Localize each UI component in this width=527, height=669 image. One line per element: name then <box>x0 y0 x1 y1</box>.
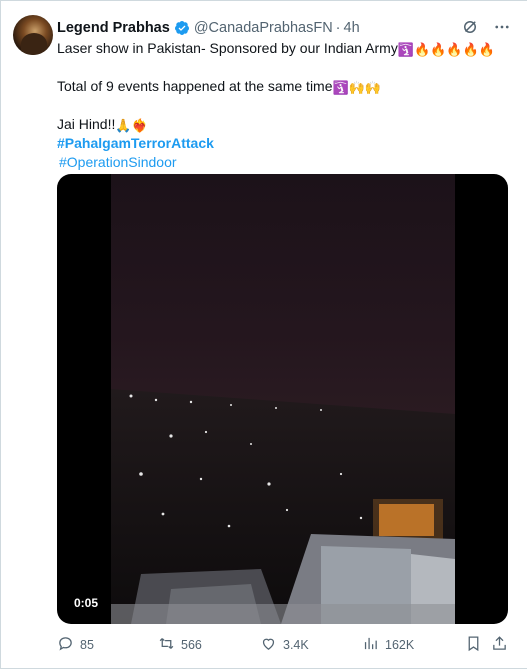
like-icon <box>260 635 277 655</box>
hashtag-link[interactable]: #OperationSindoor <box>59 153 515 172</box>
like-button[interactable]: 3.4K <box>260 635 309 655</box>
author-name[interactable]: Legend Prabhas <box>57 20 170 36</box>
tweet-line: Total of 9 events happened at the same t… <box>57 77 515 96</box>
emoji-group: 🛐🔥🔥🔥🔥🔥 <box>397 42 495 57</box>
grok-icon[interactable] <box>461 18 479 40</box>
tweet-header: Legend Prabhas @CanadaPrabhasFN · 4h <box>57 18 517 38</box>
share-button[interactable] <box>491 635 508 655</box>
action-bar: 85 566 3.4K 162K <box>57 634 508 656</box>
more-icon[interactable] <box>493 18 511 40</box>
verified-badge-icon <box>174 20 190 36</box>
tweet-line: Laser show in Pakistan- Sponsored by our… <box>57 39 515 58</box>
repost-icon <box>158 635 175 655</box>
emoji-group: 🙏❤️‍🔥 <box>115 118 148 133</box>
header-icons <box>461 18 511 40</box>
reply-icon <box>57 635 74 655</box>
views-icon <box>362 635 379 655</box>
tweet-card[interactable]: Legend Prabhas @CanadaPrabhasFN · 4h Las… <box>0 0 527 669</box>
tweet-text: Laser show in Pakistan- Sponsored by our… <box>57 39 515 172</box>
tweet-line-text: Laser show in Pakistan- Sponsored by our… <box>57 40 398 56</box>
video-frame <box>111 174 455 624</box>
repost-count: 566 <box>181 638 202 652</box>
tweet-line-text: Jai Hind!! <box>57 116 116 132</box>
video-player[interactable]: 0:05 <box>57 174 508 624</box>
avatar[interactable] <box>13 15 53 55</box>
tweet-line: Jai Hind!!🙏❤️‍🔥 <box>57 115 515 134</box>
reply-count: 85 <box>80 638 94 652</box>
reply-button[interactable]: 85 <box>57 635 94 655</box>
share-icon <box>491 635 508 655</box>
repost-button[interactable]: 566 <box>158 635 202 655</box>
tweet-line-text: Total of 9 events happened at the same t… <box>57 78 333 94</box>
separator-dot: · <box>335 20 341 36</box>
hashtag-link[interactable]: #PahalgamTerrorAttack <box>57 134 515 153</box>
like-count: 3.4K <box>283 638 309 652</box>
author-handle[interactable]: @CanadaPrabhasFN <box>194 20 333 36</box>
views-button[interactable]: 162K <box>362 635 414 655</box>
emoji-group: 🛐🙌🙌 <box>332 80 382 95</box>
bookmark-icon <box>465 635 482 655</box>
bookmark-button[interactable] <box>465 635 482 655</box>
timestamp[interactable]: 4h <box>344 20 360 36</box>
video-duration: 0:05 <box>69 594 104 612</box>
views-count: 162K <box>385 638 415 652</box>
